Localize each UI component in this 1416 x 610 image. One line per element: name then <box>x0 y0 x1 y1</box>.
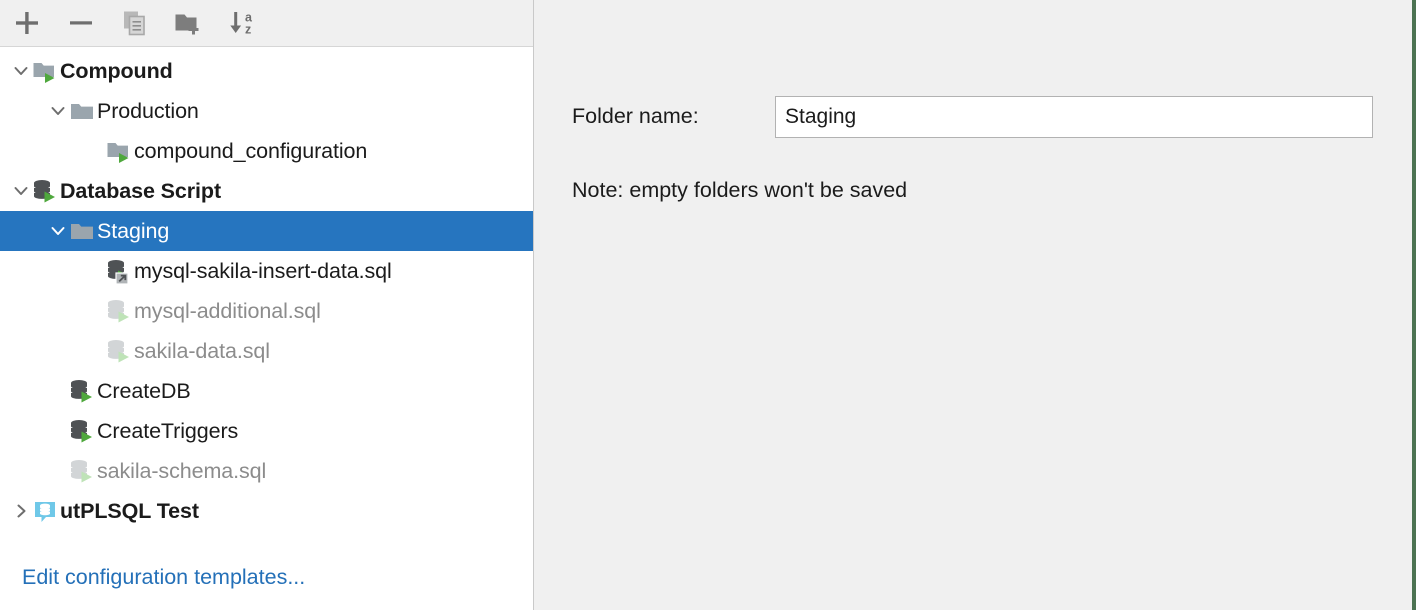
tree-item-label: CreateDB <box>97 378 191 403</box>
tree-item[interactable]: mysql-sakila-insert-data.sql <box>0 251 533 291</box>
chevron-down-icon[interactable] <box>47 220 69 242</box>
tree-item-label: Compound <box>60 58 173 83</box>
tree-item-label: sakila-schema.sql <box>97 458 267 483</box>
chevron-down-icon[interactable] <box>10 60 32 82</box>
tree-item[interactable]: CreateTriggers <box>0 411 533 451</box>
chevron-right-icon[interactable] <box>10 500 32 522</box>
tree-item[interactable]: Production <box>0 91 533 131</box>
database-run-icon <box>69 418 95 444</box>
tree-item[interactable]: Staging <box>0 211 533 251</box>
folder-name-input[interactable] <box>775 96 1373 138</box>
tree-item[interactable]: compound_configuration <box>0 131 533 171</box>
new-folder-button[interactable] <box>172 6 206 40</box>
tree-item[interactable]: sakila-data.sql <box>0 331 533 371</box>
tree-item-label: mysql-sakila-insert-data.sql <box>134 258 392 283</box>
tree-item-label: sakila-data.sql <box>134 338 270 363</box>
configuration-details-panel: Folder name: Note: empty folders won't b… <box>534 0 1412 610</box>
tree-item-label: utPLSQL Test <box>60 498 199 523</box>
configurations-panel: a z Compound Production compound_configu… <box>0 0 534 610</box>
tree-item-label: CreateTriggers <box>97 418 239 443</box>
plus-icon <box>14 10 40 36</box>
empty-folders-note: Note: empty folders won't be saved <box>572 178 908 202</box>
folder-name-label: Folder name: <box>572 104 699 128</box>
tree-item[interactable]: CreateDB <box>0 371 533 411</box>
utplsql-test-icon <box>32 498 58 524</box>
compound-run-folder-icon <box>106 138 132 164</box>
new-folder-icon <box>174 9 204 37</box>
copy-configuration-button[interactable] <box>118 6 152 40</box>
tree-item-label: Production <box>97 98 199 123</box>
chevron-down-icon[interactable] <box>10 180 32 202</box>
run-configurations-dialog: a z Compound Production compound_configu… <box>0 0 1416 610</box>
database-shortcut-icon <box>106 258 132 284</box>
add-configuration-button[interactable] <box>10 6 44 40</box>
tree-item-label: compound_configuration <box>134 138 368 163</box>
chevron-down-icon[interactable] <box>47 100 69 122</box>
edit-templates-row: Edit configuration templates... <box>0 544 533 610</box>
database-run-dim-icon <box>106 338 132 364</box>
tree-item[interactable]: mysql-additional.sql <box>0 291 533 331</box>
folder-icon <box>69 98 95 124</box>
sort-alphabetical-icon: a z <box>228 8 258 38</box>
tree-item-label: Staging <box>97 218 170 243</box>
copy-icon <box>121 9 149 37</box>
remove-configuration-button[interactable] <box>64 6 98 40</box>
tree-item[interactable]: Compound <box>0 51 533 91</box>
tree-item-label: mysql-additional.sql <box>134 298 321 323</box>
svg-text:z: z <box>245 23 251 37</box>
compound-run-folder-icon <box>32 58 58 84</box>
database-run-dim-icon <box>106 298 132 324</box>
tree-item[interactable]: Database Script <box>0 171 533 211</box>
tree-item-label: Database Script <box>60 178 222 203</box>
edit-configuration-templates-link[interactable]: Edit configuration templates... <box>22 565 305 590</box>
configurations-tree[interactable]: Compound Production compound_configurati… <box>0 47 533 544</box>
sort-configurations-button[interactable]: a z <box>226 6 260 40</box>
tree-item[interactable]: sakila-schema.sql <box>0 451 533 491</box>
folder-icon <box>69 218 95 244</box>
database-run-icon <box>32 178 58 204</box>
configurations-toolbar: a z <box>0 0 533 47</box>
database-run-icon <box>69 378 95 404</box>
minus-icon <box>68 10 94 36</box>
database-run-dim-icon <box>69 458 95 484</box>
tree-item[interactable]: utPLSQL Test <box>0 491 533 531</box>
